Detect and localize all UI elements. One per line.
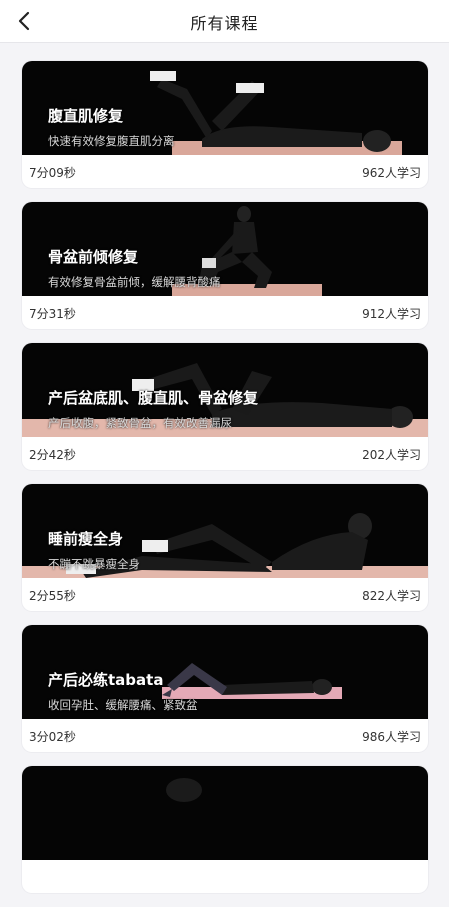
course-subtitle: 快速有效修复腹直肌分离	[48, 134, 175, 148]
course-duration: 2分55秒	[29, 589, 76, 603]
course-duration: 7分31秒	[29, 307, 76, 321]
course-footer: 3分02秒 986人学习	[22, 719, 428, 752]
course-card[interactable]: 睡前瘦全身 不蹦不跳暴瘦全身 2分55秒 822人学习	[22, 484, 428, 611]
course-footer: 7分09秒 962人学习	[22, 155, 428, 188]
course-learner-count: 202人学习	[362, 448, 421, 462]
course-title: 睡前瘦全身	[48, 530, 124, 548]
course-thumbnail	[22, 766, 428, 860]
course-learner-count: 986人学习	[362, 730, 421, 744]
course-title: 产后必练tabata	[48, 671, 164, 689]
course-thumbnail: 产后必练tabata 收回孕肚、缓解腰痛、紧致盆	[22, 625, 428, 719]
course-thumbnail: 腹直肌修复 快速有效修复腹直肌分离	[22, 61, 428, 155]
course-footer: 2分55秒 822人学习	[22, 578, 428, 611]
course-thumbnail: 睡前瘦全身 不蹦不跳暴瘦全身	[22, 484, 428, 578]
course-footer: 2分42秒 202人学习	[22, 437, 428, 470]
course-subtitle: 产后收腹，紧致骨盆，有效改善漏尿	[48, 416, 232, 430]
course-thumbnail: 骨盆前倾修复 有效修复骨盆前倾，缓解腰背酸痛	[22, 202, 428, 296]
course-subtitle: 不蹦不跳暴瘦全身	[48, 557, 140, 571]
course-learner-count: 822人学习	[362, 589, 421, 603]
course-card[interactable]	[22, 766, 428, 893]
course-title: 骨盆前倾修复	[48, 248, 139, 266]
course-title: 腹直肌修复	[48, 107, 124, 125]
course-card[interactable]: 骨盆前倾修复 有效修复骨盆前倾，缓解腰背酸痛 7分31秒 912人学习	[22, 202, 428, 329]
course-learner-count: 962人学习	[362, 166, 421, 180]
page-title: 所有课程	[190, 14, 259, 33]
course-subtitle: 收回孕肚、缓解腰痛、紧致盆	[48, 698, 198, 712]
course-learner-count: 912人学习	[362, 307, 421, 321]
course-card[interactable]: 腹直肌修复 快速有效修复腹直肌分离 7分09秒 962人学习	[22, 61, 428, 188]
course-duration: 2分42秒	[29, 448, 76, 462]
course-duration: 7分09秒	[29, 166, 76, 180]
course-duration: 3分02秒	[29, 730, 76, 744]
course-title: 产后盆底肌、腹直肌、骨盆修复	[48, 389, 259, 407]
course-subtitle: 有效修复骨盆前倾，缓解腰背酸痛	[48, 275, 221, 289]
course-footer: 7分31秒 912人学习	[22, 296, 428, 329]
top-nav-bar: 所有课程	[0, 0, 449, 43]
course-list: 腹直肌修复 快速有效修复腹直肌分离 7分09秒 962人学习 骨盆前倾修复 有效…	[22, 61, 428, 907]
course-card[interactable]: 产后必练tabata 收回孕肚、缓解腰痛、紧致盆 3分02秒 986人学习	[22, 625, 428, 752]
course-card[interactable]: 产后盆底肌、腹直肌、骨盆修复 产后收腹，紧致骨盆，有效改善漏尿 2分42秒 20…	[22, 343, 428, 470]
course-thumbnail: 产后盆底肌、腹直肌、骨盆修复 产后收腹，紧致骨盆，有效改善漏尿	[22, 343, 428, 437]
